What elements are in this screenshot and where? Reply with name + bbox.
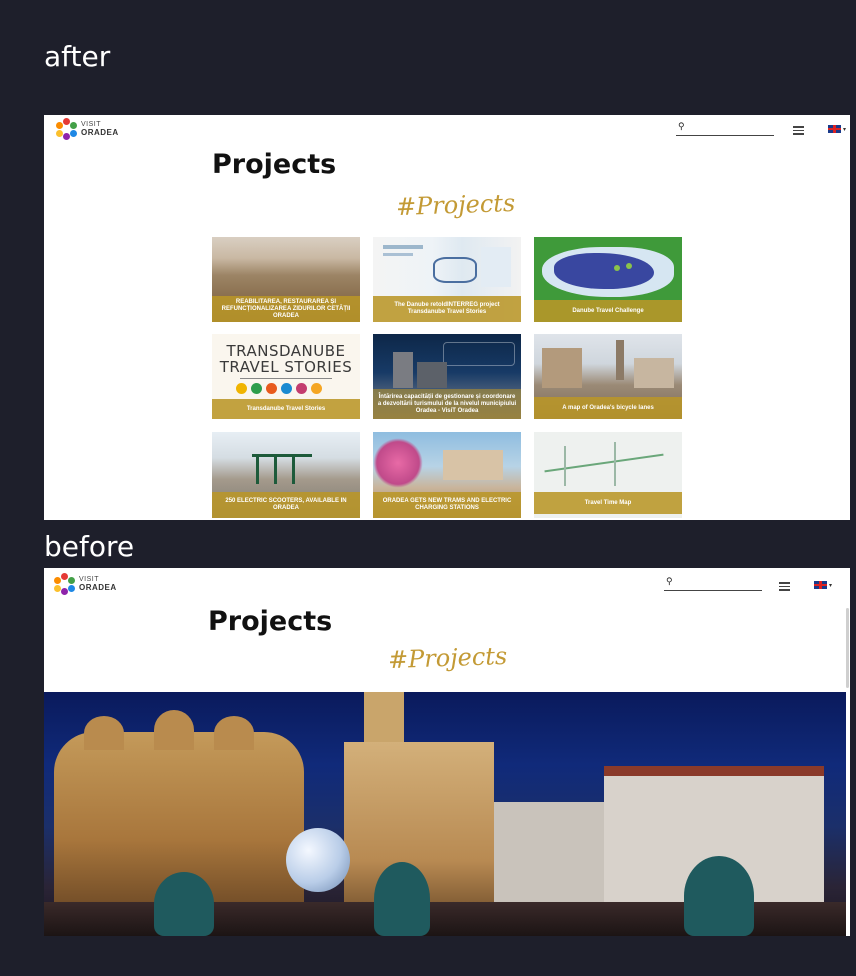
project-card[interactable]: ORADEA GETS NEW TRAMS AND ELECTRIC CHARG… [373,432,521,518]
before-caption: before [44,530,135,563]
search-icon[interactable]: ⚲ [666,576,673,587]
after-caption: after [44,40,111,73]
hashtag-heading: #Projects [395,188,516,222]
project-card-label: Transdanube Travel Stories [212,399,360,419]
project-card[interactable]: Danube Travel Challenge [534,237,682,322]
logo-line2: ORADEA [79,583,117,592]
card-image-text-line2: TRAVEL STORIES [219,358,353,376]
project-card[interactable]: The Danube retoldINTERREG project Transd… [373,237,521,322]
language-selector[interactable]: ▾ [828,125,846,133]
hashtag-heading: #Projects [387,641,508,675]
project-card-label: A map of Oradea's bicycle lanes [534,397,682,419]
search-icon[interactable]: ⚲ [678,121,685,132]
before-screenshot: VISIT ORADEA ⚲ ▾ Projects #Projects [44,568,850,936]
project-card-label: ORADEA GETS NEW TRAMS AND ELECTRIC CHARG… [373,492,521,518]
search-input[interactable]: ⚲ [664,576,762,591]
page-title: Projects [212,149,337,180]
story-icons-row [236,383,322,394]
hero-image [44,692,846,936]
project-card-label: REABILITAREA, RESTAURAREA ȘI REFUNCȚIONA… [212,296,360,322]
hamburger-menu-icon[interactable] [793,126,804,135]
project-card-label: The Danube retoldINTERREG project Transd… [373,296,521,322]
project-card-label: Travel Time Map [534,492,682,514]
search-input[interactable]: ⚲ [676,121,774,136]
logo-flower-icon [54,573,76,595]
hamburger-menu-icon[interactable] [779,582,790,591]
page-title: Projects [208,606,333,637]
project-card[interactable]: TRANSDANUBE TRAVEL STORIES Transdanube T… [212,334,360,419]
language-selector[interactable]: ▾ [814,581,832,589]
logo-flower-icon [56,118,78,140]
project-card[interactable]: Întărirea capacității de gestionare și c… [373,334,521,419]
project-card[interactable]: 250 ELECTRIC SCOOTERS, AVAILABLE IN ORAD… [212,432,360,518]
project-card[interactable]: REABILITAREA, RESTAURAREA ȘI REFUNCȚIONA… [212,237,360,322]
uk-flag-icon [828,125,841,133]
visit-oradea-logo[interactable]: VISIT ORADEA [56,118,119,140]
chevron-down-icon: ▾ [829,582,833,589]
visit-oradea-logo[interactable]: VISIT ORADEA [54,573,117,595]
uk-flag-icon [814,581,827,589]
after-screenshot: VISIT ORADEA ⚲ ▾ Projects #Projects REAB… [44,115,850,520]
logo-line2: ORADEA [81,128,119,137]
project-card-label: Danube Travel Challenge [534,300,682,322]
chevron-down-icon: ▾ [843,126,847,133]
project-card-label: Întărirea capacității de gestionare și c… [373,389,521,419]
scrollbar[interactable] [846,608,849,688]
project-card[interactable]: Travel Time Map [534,432,682,518]
project-card[interactable]: A map of Oradea's bicycle lanes [534,334,682,419]
project-card-label: 250 ELECTRIC SCOOTERS, AVAILABLE IN ORAD… [212,492,360,518]
